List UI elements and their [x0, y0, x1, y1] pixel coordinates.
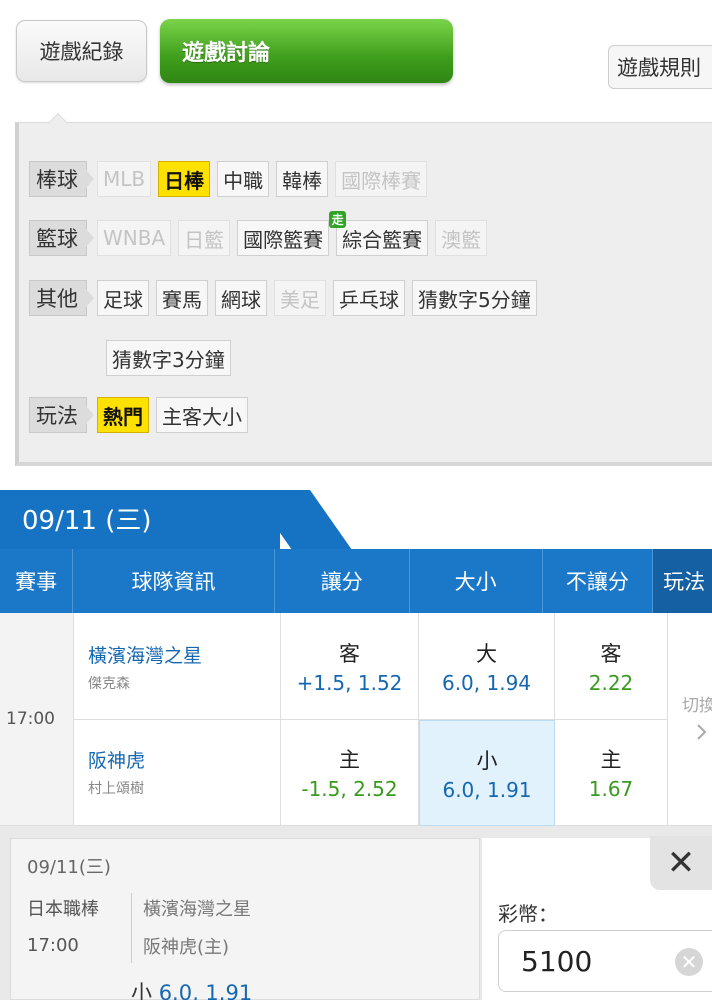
- odds-table-body: 17:00 橫濱海灣之星 傑克森 客 +1.5, 1.52 大 6.0, 1.9…: [0, 613, 712, 826]
- live-badge-icon: 走: [329, 211, 347, 228]
- chip-cpbl[interactable]: 中職: [217, 161, 270, 197]
- chip-korea-baseball[interactable]: 韓棒: [276, 161, 329, 197]
- chip-soccer[interactable]: 足球: [97, 280, 149, 316]
- chip-home-away-total[interactable]: 主客大小: [156, 397, 248, 433]
- team-name: 阪神虎: [88, 750, 146, 772]
- coin-label: 彩幣：: [498, 902, 558, 926]
- tab-game-discussion-label: 遊戲討論: [182, 41, 271, 66]
- slip-divider: [131, 893, 132, 963]
- chip-popular[interactable]: 熱門: [97, 397, 149, 433]
- header-event: 賽事: [0, 549, 74, 613]
- chip-mlb: MLB: [97, 161, 152, 197]
- odds-spread-away[interactable]: 客 +1.5, 1.52: [281, 613, 419, 720]
- header-play-type: 玩法: [653, 549, 712, 613]
- header-moneyline: 不讓分: [543, 549, 654, 613]
- clear-input-icon[interactable]: ✕: [675, 948, 703, 976]
- chip-guess-number-5min[interactable]: 猜數字5分鐘: [412, 280, 537, 316]
- slip-pick: 小 6.0, 1.91: [131, 981, 253, 1000]
- tab-game-discussion[interactable]: 遊戲討論: [160, 19, 453, 83]
- odds-spread-home[interactable]: 主 -1.5, 2.52: [281, 720, 419, 826]
- chip-intl-basketball[interactable]: 國際籃賽: [237, 220, 330, 256]
- panel-pointer: [48, 113, 68, 133]
- date-tab-label: 09/11 (三): [22, 506, 152, 536]
- pitcher-name: 傑克森: [88, 676, 130, 692]
- category-label-play: 玩法: [29, 397, 94, 433]
- odds-table-header: 賽事 球隊資訊 讓分 大小 不讓分 玩法: [0, 549, 712, 613]
- game-rules-button[interactable]: 遊戲規則: [608, 45, 712, 89]
- filter-row-basketball: 籃球 WNBA 日籃 國際籃賽 走 綜合籃賽 澳籃: [29, 211, 494, 256]
- chip-horse-racing[interactable]: 賽馬: [156, 280, 208, 316]
- filter-panel: 棒球 MLB 日棒 中職 韓棒 國際棒賽 籃球 WNBA 日籃 國際籃賽 走 綜…: [15, 113, 712, 466]
- odds-moneyline-away[interactable]: 客 2.22: [555, 613, 668, 720]
- category-label-other: 其他: [29, 280, 94, 316]
- chip-guess-number-3min[interactable]: 猜數字3分鐘: [106, 340, 231, 376]
- chip-japan-basketball: 日籃: [178, 220, 231, 256]
- chevron-right-icon: [697, 724, 707, 740]
- tab-game-record[interactable]: 遊戲紀錄: [16, 20, 147, 82]
- chip-table-tennis[interactable]: 乒乓球: [333, 280, 405, 316]
- filter-row-baseball: 棒球 MLB 日棒 中職 韓棒 國際棒賽: [29, 161, 434, 197]
- date-tab[interactable]: 09/11 (三): [0, 490, 280, 552]
- bet-amount-input[interactable]: 5100 ✕: [498, 930, 712, 992]
- slip-team-away: 橫濱海灣之星: [143, 899, 251, 920]
- team-info-away[interactable]: 橫濱海灣之星 傑克森: [74, 613, 281, 720]
- chip-intl-baseball: 國際棒賽: [335, 161, 428, 197]
- header-spread: 讓分: [275, 549, 410, 613]
- odds-total-under-selected[interactable]: 小 6.0, 1.91: [419, 720, 555, 826]
- chip-american-football: 美足: [274, 280, 326, 316]
- slip-league: 日本職棒: [27, 899, 99, 920]
- switch-play-type[interactable]: 切換: [668, 613, 712, 826]
- bet-slip: 09/11(三) 日本職棒 17:00 橫濱海灣之星 阪神虎(主) 小 6.0,…: [0, 826, 712, 1000]
- slip-team-home: 阪神虎(主): [143, 937, 230, 958]
- odds-total-over[interactable]: 大 6.0, 1.94: [419, 613, 555, 720]
- slip-date: 09/11(三): [27, 857, 111, 878]
- category-label-basketball: 籃球: [29, 220, 94, 256]
- filter-row-other-2: 猜數字3分鐘: [106, 340, 238, 376]
- close-icon[interactable]: ✕: [650, 836, 712, 890]
- slip-time: 17:00: [27, 935, 79, 956]
- switch-label: 切換: [682, 696, 712, 716]
- team-name: 橫濱海灣之星: [88, 645, 203, 667]
- filter-row-other: 其他 足球 賽馬 網球 美足 乒乓球 猜數字5分鐘: [29, 280, 544, 316]
- odds-moneyline-home[interactable]: 主 1.67: [555, 720, 668, 826]
- category-label-baseball: 棒球: [29, 161, 94, 197]
- chip-australia-basketball: 澳籃: [435, 220, 488, 256]
- chip-japan-baseball[interactable]: 日棒: [158, 161, 211, 197]
- team-info-home[interactable]: 阪神虎 村上頌樹: [74, 720, 281, 826]
- pitcher-name: 村上頌樹: [88, 781, 144, 797]
- chip-tennis[interactable]: 網球: [215, 280, 267, 316]
- match-time: 17:00: [0, 613, 74, 826]
- header-total: 大小: [410, 549, 543, 613]
- bet-slip-details: 09/11(三) 日本職棒 17:00 橫濱海灣之星 阪神虎(主) 小 6.0,…: [10, 838, 480, 1000]
- header-team-info: 球隊資訊: [73, 549, 275, 613]
- chip-mixed-basketball[interactable]: 走 綜合籃賽: [329, 211, 429, 256]
- chip-wnba: WNBA: [97, 220, 172, 256]
- filter-row-play: 玩法 熱門 主客大小: [29, 397, 255, 433]
